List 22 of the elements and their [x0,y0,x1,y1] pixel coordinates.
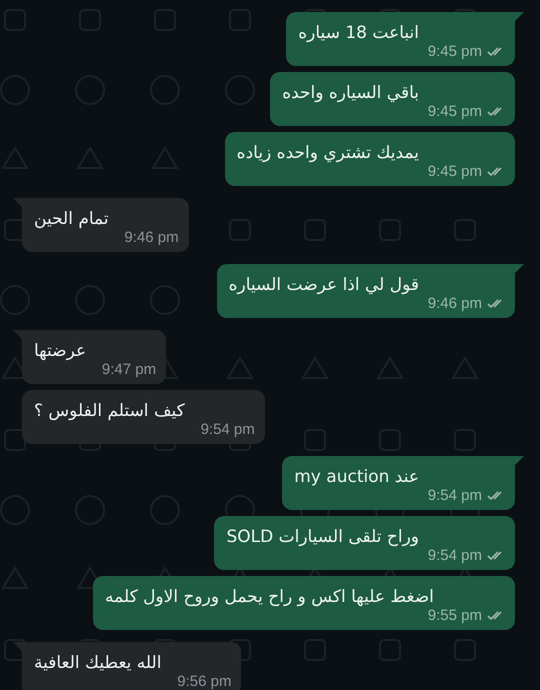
message-text: عرضتها [34,340,88,363]
message-text: انباعت 18 سياره [298,22,420,45]
message-time: 9:46 pm [124,229,179,246]
message-time: 9:45 pm [428,163,482,180]
message-text: الله يعطيك العافية [34,652,162,675]
message-text: عند my auction [294,466,420,489]
message-time: 9:56 pm [177,673,232,690]
message-time: 9:54 pm [428,547,482,564]
message-text: وراح تلقى السيارات SOLD [226,526,420,549]
message-text: تمام الحين [34,208,110,231]
message-time: 9:47 pm [102,361,156,378]
message-time: 9:55 pm [428,607,482,624]
message-time: 9:54 pm [428,487,482,504]
message-time: 9:54 pm [200,421,255,438]
message-text: باقي السياره واحده [282,82,420,105]
message-text: كيف استلم الفلوس ؟ [34,400,186,423]
message-text: اضغط عليها اكس و راح يحمل وروح الاول كلمه [105,586,435,609]
message-text: يمديك تشتري واحده زياده [236,142,420,165]
message-time: 9:45 pm [428,103,482,120]
message-time: 9:45 pm [428,43,482,60]
message-time: 9:46 pm [428,295,482,312]
message-text: قول لي اذا عرضت السياره [228,274,420,297]
